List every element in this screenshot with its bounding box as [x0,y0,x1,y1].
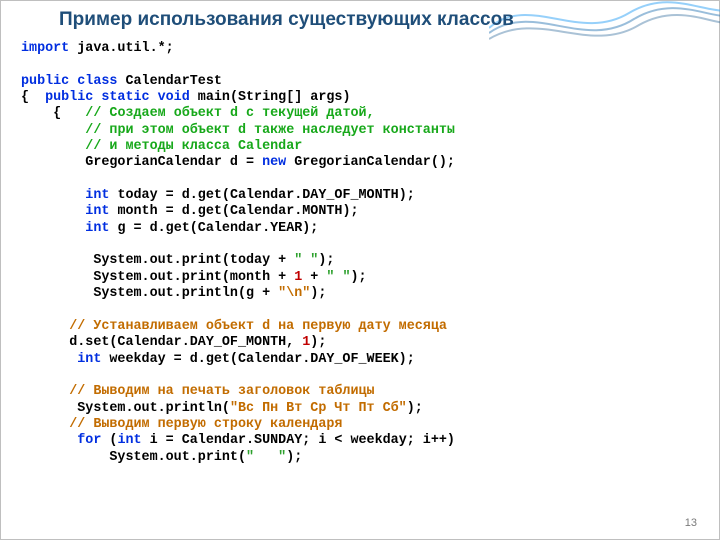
code-token [21,188,85,203]
code-token: // Выводим первую строку календаря [69,417,342,432]
code-token: ( [101,433,117,448]
code-token: // Создаем объект d с текущей датой, [85,106,374,121]
code-token: int [85,188,109,203]
code-token [21,204,85,219]
code-token: // и методы класса Calendar [85,139,302,154]
code-token [21,433,77,448]
code-token [21,123,85,138]
code-token: // Выводим на печать заголовок таблицы [69,384,374,399]
code-token: // Устанавливаем объект d на первую дату… [69,319,447,334]
code-token: ); [318,253,334,268]
code-token: int [85,221,109,236]
code-token: " " [326,270,350,285]
code-token: "Вс Пн Вт Ср Чт Пт Сб" [230,401,407,416]
slide-title: Пример использования существующих классо… [59,9,514,31]
code-token: ); [310,335,326,350]
code-token: CalendarTest [117,74,221,89]
code-token: System.out.print(month + [21,270,294,285]
code-token: System.out.println(g + [21,286,278,301]
code-token: ); [286,450,302,465]
code-token: public static void [45,90,190,105]
code-token: for [77,433,101,448]
code-token [21,319,69,334]
code-token: java.util.*; [69,41,173,56]
code-token: { [21,90,45,105]
code-token: GregorianCalendar d = [21,155,262,170]
code-token [21,352,77,367]
code-block: import java.util.*; public class Calenda… [21,41,699,466]
page-number: 13 [685,517,697,529]
code-token: System.out.print(today + [21,253,294,268]
code-token [21,221,85,236]
code-token: g = d.get(Calendar.YEAR); [109,221,318,236]
code-token: " " [294,253,318,268]
code-token: i = Calendar.SUNDAY; i < weekday; i++) [142,433,455,448]
code-token: weekday = d.get(Calendar.DAY_OF_WEEK); [101,352,414,367]
code-token: ); [350,270,366,285]
code-token: public class [21,74,117,89]
code-token: new [262,155,286,170]
code-token: int [77,352,101,367]
code-token: + [302,270,326,285]
code-token: today = d.get(Calendar.DAY_OF_MONTH); [109,188,414,203]
code-token [21,417,69,432]
code-token: int [117,433,141,448]
code-token: d.set(Calendar.DAY_OF_MONTH, [21,335,302,350]
code-token [21,384,69,399]
code-token: int [85,204,109,219]
code-token: System.out.print( [21,450,246,465]
code-token: import [21,41,69,56]
slide: Пример использования существующих классо… [0,0,720,540]
code-token: " " [246,450,286,465]
code-token: // при этом объект d также наследует кон… [85,123,455,138]
code-token: GregorianCalendar(); [286,155,455,170]
code-token: "\n" [278,286,310,301]
code-token: System.out.println( [21,401,230,416]
code-token: main(String[] args) [190,90,351,105]
code-token: ); [310,286,326,301]
code-token: month = d.get(Calendar.MONTH); [109,204,358,219]
code-token: ); [407,401,423,416]
code-token: { [21,106,85,121]
code-token [21,139,85,154]
